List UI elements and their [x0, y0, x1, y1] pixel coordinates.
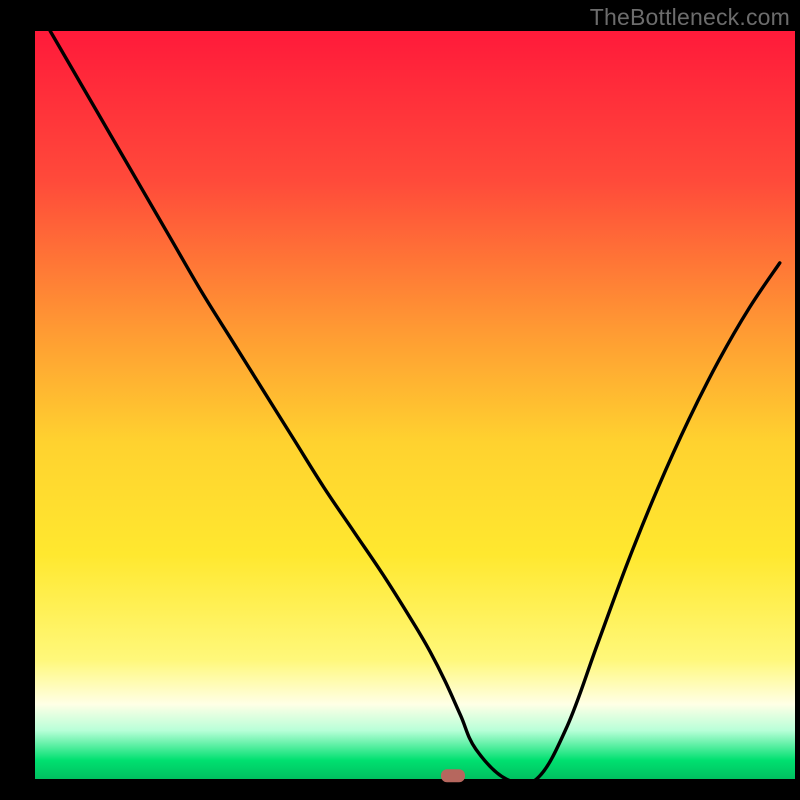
optimal-point-marker	[441, 769, 465, 782]
chart-stage: TheBottleneck.com	[0, 0, 800, 800]
gradient-background	[35, 31, 795, 779]
bottleneck-chart	[0, 0, 800, 800]
watermark-text: TheBottleneck.com	[590, 4, 790, 31]
